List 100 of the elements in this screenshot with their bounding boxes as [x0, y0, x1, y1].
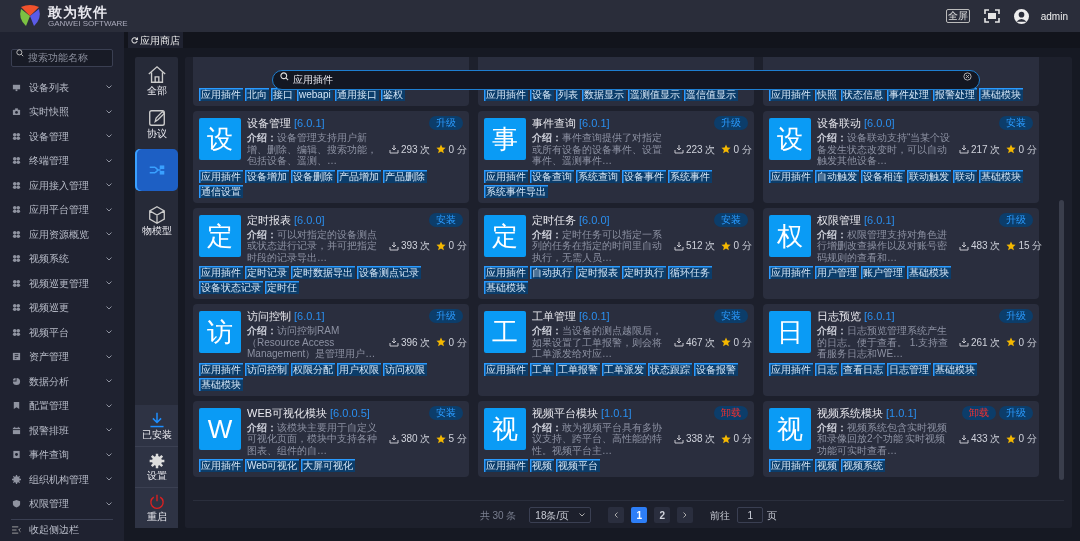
page-input[interactable]: 1: [737, 507, 764, 523]
install-button[interactable]: 安装: [999, 116, 1033, 130]
app-icon: 日: [769, 311, 811, 353]
tag: 应用插件: [769, 266, 813, 279]
pie-chart-icon: [12, 376, 21, 386]
app-description: 介绍：视频系统包含实时视频和录像回放2个功能 实时视频功能可实时查看…: [817, 421, 948, 456]
chevron-down-icon: [106, 354, 112, 359]
user-name: admin: [1040, 9, 1068, 24]
chevron-down-icon: [579, 513, 586, 517]
sidebar-item[interactable]: 应用接入管理: [0, 173, 124, 198]
grid-icon: [12, 327, 21, 337]
install-button[interactable]: 安装: [429, 212, 463, 227]
sidebar-item[interactable]: 应用平台管理: [0, 197, 124, 222]
tag: 应用插件: [769, 169, 813, 183]
sidebar-item[interactable]: 配置管理: [0, 393, 124, 418]
sidebar-item[interactable]: 事件查询: [0, 442, 124, 467]
expand-button[interactable]: [983, 9, 1000, 23]
clear-icon: [963, 72, 972, 81]
page-button[interactable]: 1: [631, 507, 648, 523]
scrollbar[interactable]: [1059, 200, 1064, 480]
category-tab[interactable]: 物模型: [135, 202, 178, 240]
upgrade-button[interactable]: 升级: [429, 116, 463, 130]
upgrade-button[interactable]: 升级: [429, 309, 463, 323]
page-size-select[interactable]: 18条/页: [529, 507, 592, 523]
tag: 应用插件: [484, 169, 528, 183]
sidebar-item[interactable]: 视频巡更管理: [0, 271, 124, 296]
tag: 自动触发: [815, 169, 859, 183]
sidebar-item[interactable]: 实时快照: [0, 99, 124, 124]
search-field[interactable]: 应用插件: [272, 70, 980, 90]
tag: 应用插件: [484, 459, 528, 472]
sidebar-item[interactable]: 视频系统: [0, 246, 124, 271]
sidebar-item[interactable]: 视频巡更: [0, 295, 124, 320]
upgrade-button[interactable]: 升级: [999, 405, 1033, 420]
app-title: 日志预览: [817, 309, 861, 324]
tag: 权限分配: [291, 362, 335, 376]
app-icon: 事: [484, 118, 526, 160]
download-icon: [389, 144, 399, 155]
sidebar-item[interactable]: 设备管理: [0, 124, 124, 149]
chevron-down-icon: [106, 109, 112, 114]
sidebar-item[interactable]: 设备列表: [0, 75, 124, 100]
app-icon: 设: [199, 118, 241, 160]
download-count: 223 次: [686, 142, 716, 157]
sidebar-item[interactable]: 视频平台: [0, 320, 124, 345]
tab[interactable]: 应用商店: [128, 32, 183, 48]
category-tab[interactable]: [135, 149, 178, 191]
star-icon: [721, 240, 732, 251]
category-action-button[interactable]: 已安装: [135, 405, 178, 446]
upgrade-button[interactable]: 升级: [999, 309, 1033, 323]
app-description: 介绍：当设备的测点越限后，如果设置了工单报警，则会将工单派发给对应…: [532, 325, 663, 360]
download-count: 338 次: [686, 432, 716, 447]
app-icon: 定: [484, 214, 526, 257]
refresh-icon: [131, 36, 138, 44]
category-action-button[interactable]: 重启: [135, 487, 178, 528]
download-count: 467 次: [686, 335, 716, 350]
app-version: [6.0.0]: [864, 116, 895, 131]
app-icon: 访: [199, 311, 241, 353]
category-tab[interactable]: 全部: [135, 62, 178, 100]
page-button[interactable]: 2: [654, 507, 671, 523]
grid-icon: [12, 254, 21, 264]
search-icon: [280, 72, 289, 81]
download-count: 483 次: [971, 239, 1001, 254]
tag: 定时记录: [245, 266, 289, 279]
sidebar-item[interactable]: 报警排班: [0, 418, 124, 443]
download-icon: [389, 240, 399, 251]
tag: 应用插件: [199, 459, 243, 472]
install-button[interactable]: 安装: [429, 405, 463, 420]
sidebar-item[interactable]: 终端管理: [0, 148, 124, 173]
upgrade-button[interactable]: 升级: [714, 116, 748, 130]
tag: 联动触发: [907, 169, 951, 183]
edit-icon: [146, 108, 167, 128]
upgrade-button[interactable]: 升级: [999, 212, 1033, 227]
app-title: 访问控制: [247, 309, 291, 324]
download-icon: [959, 240, 969, 251]
monitor-icon: [12, 82, 21, 92]
expand-icon: [983, 9, 1000, 23]
logo-subtitle: GANWEI SOFTWARE: [48, 19, 128, 28]
next-page-button[interactable]: [677, 507, 694, 523]
tag: 通信设置: [199, 184, 243, 198]
tag: 设备删除: [291, 169, 335, 183]
sidebar-item[interactable]: 数据分析: [0, 369, 124, 394]
search-field[interactable]: 搜索功能名称: [11, 48, 113, 67]
total-count: 共 30 条: [479, 508, 517, 523]
app-description: 介绍：设备联动支持“当某个设备发生状态改变时，可以自动触发其他设备…: [817, 132, 952, 167]
install-button[interactable]: 安装: [714, 309, 748, 323]
chevron-down-icon: [106, 256, 112, 261]
app-description: 介绍：敢为视频平台具有多协议支持、跨平台、高性能的特性。视频平台主…: [532, 421, 663, 456]
fullscreen-button[interactable]: 全屏: [945, 9, 970, 23]
category-tab[interactable]: 协议: [135, 105, 178, 143]
sidebar-item[interactable]: 资产管理: [0, 344, 124, 369]
app-title: 定时报表: [247, 212, 291, 228]
install-button[interactable]: 安装: [714, 212, 748, 227]
download-count: 396 次: [401, 335, 431, 350]
previous-page-button[interactable]: [608, 507, 625, 523]
tag: 视频系统: [841, 459, 885, 472]
sidebar-item[interactable]: 组织机构管理: [0, 467, 124, 492]
category-action-button[interactable]: 设置: [135, 446, 178, 487]
sidebar-item[interactable]: 权限管理: [0, 491, 124, 516]
chevron-left-icon: [614, 512, 619, 518]
collapse-sidebar-button[interactable]: 收起侧边栏: [11, 519, 113, 539]
sidebar-item[interactable]: 应用资源概览: [0, 222, 124, 247]
